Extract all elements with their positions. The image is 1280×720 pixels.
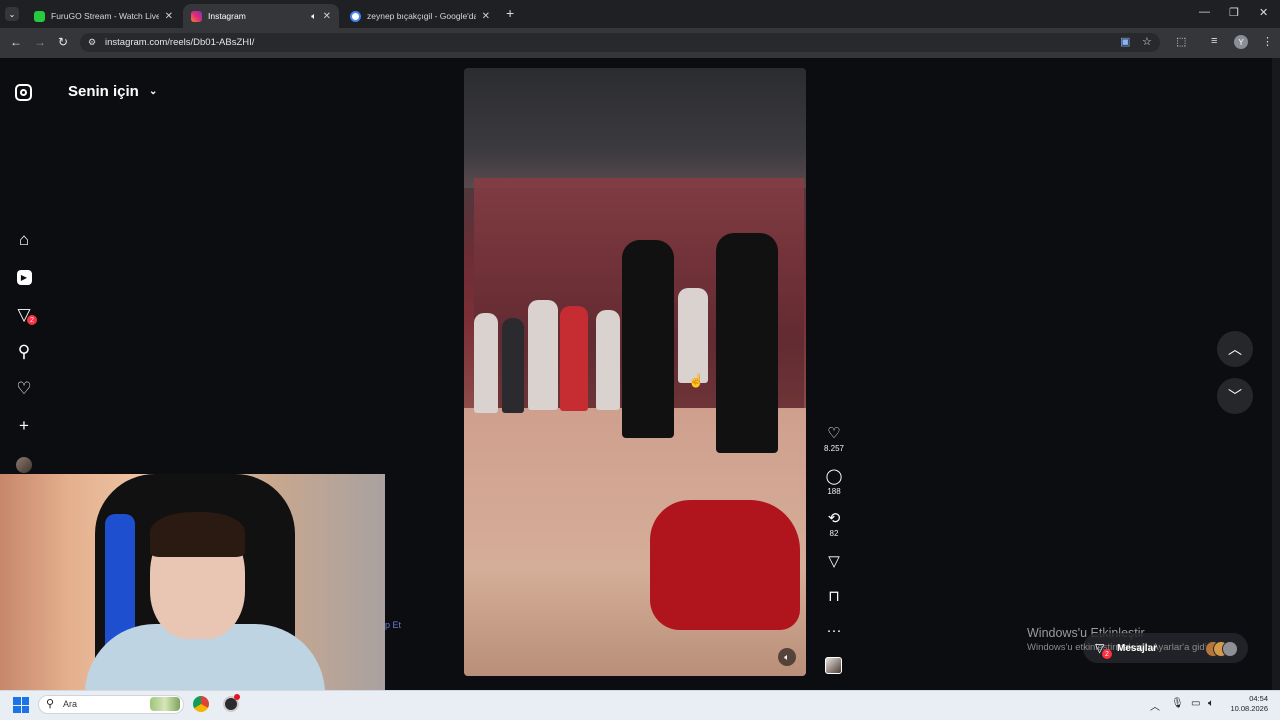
reel-video[interactable]: 🔈︎ bbox=[464, 68, 806, 676]
video-figure bbox=[560, 306, 588, 411]
taskbar-search-placeholder: Ara bbox=[63, 699, 78, 709]
more-icon: ··· bbox=[826, 622, 842, 639]
clock-date: 10.08.2026 bbox=[1230, 704, 1268, 713]
tray-chevron-up-icon[interactable]: ︿ bbox=[1150, 698, 1160, 713]
like-count: 8.257 bbox=[823, 444, 845, 453]
direct-badge: 2 bbox=[27, 315, 37, 325]
restore-icon[interactable]: ❐ bbox=[1229, 6, 1239, 19]
furugo-favicon-icon bbox=[34, 10, 45, 22]
windows-taskbar bbox=[0, 690, 1280, 720]
share-button[interactable]: ▽ bbox=[820, 553, 848, 570]
audio-thumbnail[interactable] bbox=[825, 657, 842, 674]
window-close-icon[interactable]: ✕ bbox=[1259, 6, 1268, 19]
translate-icon[interactable]: ▣ bbox=[1120, 35, 1130, 48]
back-icon[interactable]: ← bbox=[10, 35, 22, 49]
network-icon[interactable]: ▭ bbox=[1191, 698, 1200, 709]
close-icon[interactable]: ✕ bbox=[165, 11, 173, 22]
tab-title: FuruGO Stream - Watch Live on bbox=[51, 11, 159, 21]
messages-label[interactable]: Mesajlar bbox=[1117, 643, 1157, 654]
video-figure bbox=[678, 288, 708, 383]
browser-menu-icon[interactable]: ⋮ bbox=[1262, 35, 1273, 48]
home-icon[interactable]: ⌂ bbox=[14, 230, 34, 250]
obs-record-indicator bbox=[234, 694, 240, 700]
windows-start-icon[interactable] bbox=[13, 697, 29, 713]
instagram-favicon-icon bbox=[191, 10, 202, 22]
reels-icon[interactable]: ▶ bbox=[14, 267, 34, 287]
reels-icon-shape: ▶ bbox=[16, 269, 32, 285]
next-reel-button[interactable]: ﹀ bbox=[1217, 378, 1253, 414]
webcam-person-hair bbox=[150, 512, 245, 557]
video-figure bbox=[596, 310, 620, 410]
new-tab-button[interactable]: + bbox=[506, 5, 514, 21]
overlay-text-fragment: p Et bbox=[385, 620, 402, 630]
close-icon[interactable]: ✕ bbox=[482, 11, 490, 22]
comment-count: 188 bbox=[827, 487, 841, 496]
video-figure bbox=[502, 318, 524, 413]
search-icon[interactable]: ⚲ bbox=[14, 342, 34, 362]
tab-title: zeynep bıçakçıgil - Google'da A bbox=[367, 11, 476, 21]
url-text[interactable]: instagram.com/reels/Db01-ABsZHI/ bbox=[105, 37, 254, 48]
site-info-icon[interactable]: ⚙ bbox=[88, 37, 96, 48]
microphone-icon[interactable]: 🎙︎ bbox=[1171, 698, 1184, 709]
video-figure bbox=[716, 233, 778, 453]
reload-icon[interactable]: ↻ bbox=[58, 35, 68, 49]
instagram-logo-icon[interactable] bbox=[15, 84, 32, 101]
chrome-icon[interactable] bbox=[193, 696, 209, 712]
more-button[interactable]: ··· bbox=[820, 622, 848, 639]
video-figure bbox=[474, 313, 498, 413]
chevron-up-icon: ︿ bbox=[1228, 341, 1242, 357]
page-scrollbar[interactable] bbox=[1272, 58, 1280, 690]
cursor-icon: ☝ bbox=[688, 373, 705, 388]
repost-button[interactable]: ⟲ 82 bbox=[820, 510, 848, 538]
heart-icon: ♡ bbox=[827, 425, 841, 442]
comment-icon: ◯ bbox=[825, 468, 843, 485]
google-favicon-icon bbox=[350, 10, 361, 22]
profile-avatar[interactable]: Y bbox=[1234, 35, 1248, 49]
bookmark-icon: ⊓ bbox=[828, 588, 840, 605]
webcam-overlay bbox=[0, 474, 385, 690]
repost-count: 82 bbox=[829, 529, 839, 538]
forward-icon[interactable]: → bbox=[34, 35, 46, 49]
video-figure bbox=[622, 240, 674, 438]
video-figure bbox=[528, 300, 558, 410]
volume-icon[interactable]: 🔈︎ bbox=[1208, 698, 1214, 709]
clock-time: 04:54 bbox=[1249, 694, 1268, 703]
feed-selector[interactable]: Senin için ⌄ bbox=[68, 83, 157, 100]
messages-badge: 2 bbox=[1102, 649, 1112, 659]
heart-icon[interactable]: ♡ bbox=[14, 379, 34, 399]
feed-selector-label: Senin için bbox=[68, 83, 139, 100]
profile-avatar-nav[interactable] bbox=[16, 457, 32, 473]
search-highlight-image bbox=[150, 697, 180, 711]
tab-google[interactable]: zeynep bıçakçıgil - Google'da A ✕ bbox=[342, 4, 498, 28]
tab-title: Instagram bbox=[208, 11, 246, 21]
message-avatar bbox=[1222, 641, 1238, 657]
speaker-icon[interactable]: 🔈︎ bbox=[778, 648, 796, 666]
create-icon[interactable]: + bbox=[14, 416, 34, 436]
minimize-icon[interactable]: — bbox=[1199, 6, 1210, 18]
like-button[interactable]: ♡ 8.257 bbox=[820, 425, 848, 453]
search-icon: ⚲ bbox=[46, 698, 55, 710]
save-button[interactable]: ⊓ bbox=[820, 588, 848, 605]
chevron-down-icon: ﹀ bbox=[1228, 388, 1242, 404]
taskbar-clock[interactable]: 04:54 10.08.2026 bbox=[1226, 694, 1268, 714]
share-icon: ▽ bbox=[828, 553, 840, 570]
chevron-down-icon: ⌄ bbox=[149, 86, 158, 97]
browser-tab-strip: ⌄ FuruGO Stream - Watch Live on ✕ Instag… bbox=[0, 0, 1280, 28]
bookmark-star-icon[interactable]: ☆ bbox=[1142, 35, 1152, 48]
media-controls-icon[interactable]: ≡ bbox=[1211, 35, 1217, 47]
tab-furugo[interactable]: FuruGO Stream - Watch Live on ✕ bbox=[26, 4, 181, 28]
close-icon[interactable]: ✕ bbox=[323, 11, 331, 22]
video-frame-ceiling bbox=[464, 68, 806, 188]
extensions-icon[interactable]: ⬚ bbox=[1176, 35, 1186, 48]
tab-instagram[interactable]: Instagram 🔈︎ ✕ bbox=[183, 4, 339, 28]
repost-icon: ⟲ bbox=[827, 510, 841, 527]
video-bag bbox=[650, 500, 800, 630]
comment-button[interactable]: ◯ 188 bbox=[820, 468, 848, 496]
speaker-icon[interactable]: 🔈︎ bbox=[311, 11, 316, 22]
previous-reel-button[interactable]: ︿ bbox=[1217, 331, 1253, 367]
tab-search-icon[interactable]: ⌄ bbox=[5, 7, 19, 21]
